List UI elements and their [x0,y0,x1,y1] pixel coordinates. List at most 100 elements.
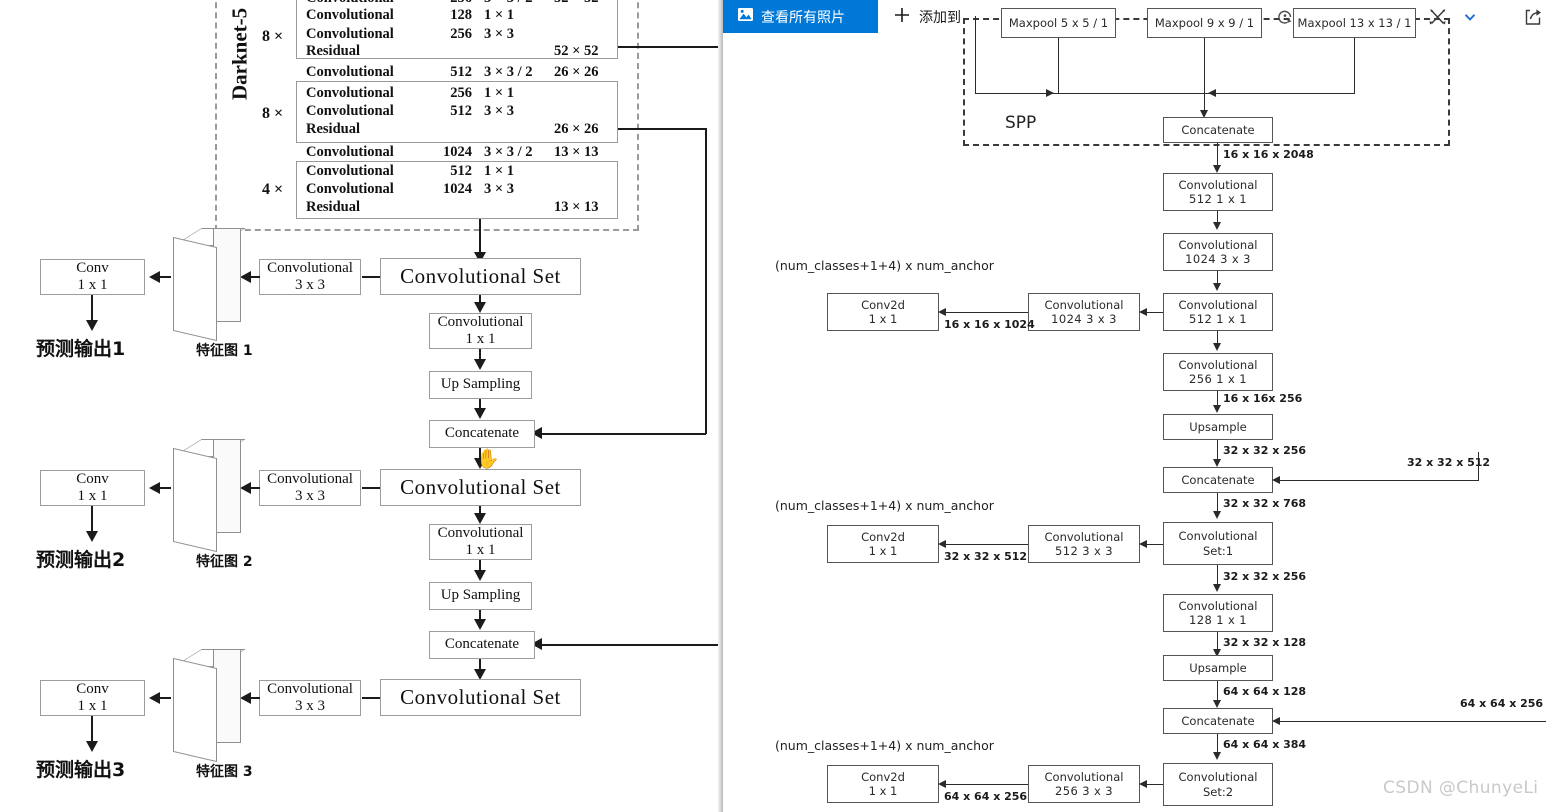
concatenate-2[interactable]: Concatenate [1163,708,1273,734]
upsample-1[interactable]: Upsample [1163,414,1273,440]
concatenate-1[interactable]: Concatenate [1163,467,1273,493]
row-size: 26 × 26 [554,121,599,137]
upsampling-1[interactable]: Up Sampling [429,371,532,399]
concatenate-1[interactable]: Concatenate [429,420,535,448]
conv-3x3-branch1[interactable]: Convolutional 3 x 3 [259,259,361,295]
row-kernel: 3 × 3 / 2 [484,64,533,80]
head3-conv-spec: 256 3 x 3 [1055,784,1113,798]
head1-anchor-label: (num_classes+1+4) x num_anchor [775,258,994,273]
arrow-out2 [86,531,98,542]
conv-256-a-name: Convolutional [1178,357,1258,372]
conv-512-b[interactable]: Convolutional 512 1 x 1 [1163,293,1273,331]
upsampling-2-label: Up Sampling [440,587,521,604]
row-name: Residual [306,199,360,215]
spp-concatenate[interactable]: Concatenate [1163,117,1273,143]
maxpool-5x5[interactable]: Maxpool 5 x 5 / 1 [1001,8,1116,38]
arrow-c1024a-c512b [1213,283,1221,291]
feature-map-1-slab [173,228,246,342]
conv-set-2[interactable]: Convolutional Set:2 [1163,763,1273,806]
slab-side [213,439,241,533]
arrow-up1-cat1 [1213,459,1221,467]
conv-3x3-branch3[interactable]: Convolutional 3 x 3 [259,680,361,716]
tensor-32-32-512-side: 32 x 32 x 512 [1407,456,1491,469]
row-name: Convolutional [306,85,394,101]
upsample-2[interactable]: Upsample [1163,655,1273,681]
conv-512-a-name: Convolutional [1178,177,1258,192]
line-cs1-conv33 [362,276,380,278]
spp-line-13x13 [1354,38,1356,93]
conv-set-1[interactable]: Convolutional Set:1 [1163,522,1273,565]
arrow-cat2-cs2 [1213,752,1221,760]
conv-128[interactable]: Convolutional 128 1 x 1 [1163,594,1273,632]
add-to-button[interactable]: 添加到 [893,0,961,33]
head3-conv2d-name: Conv2d [861,769,905,784]
skip-line-52-h2 [540,644,723,646]
conv-3x3-branch2[interactable]: Convolutional 3 x 3 [259,470,361,506]
row-name: Convolutional [306,163,394,179]
conv-1024-a[interactable]: Convolutional 1024 3 x 3 [1163,233,1273,271]
conv-1x1-stage1-kernel: 1 x 1 [465,331,496,347]
line-head1-conv2d [940,312,1028,314]
conv-1x1-stage1[interactable]: Convolutional 1 x 1 [429,313,532,349]
watermark: CSDN @ChunyeLi [1383,778,1539,798]
left-image-panel: Darknet-5 8 × 8 × 4 × Convolutional 256 … [0,0,723,812]
share-icon[interactable] [1520,4,1546,30]
conv-set-3-label: Convolutional Set [400,685,561,710]
conv-512-a-spec: 512 1 x 1 [1189,192,1247,206]
spp-merge-h [1204,93,1355,95]
row-size: 13 × 13 [554,199,599,215]
skip-line-26-v [705,128,707,434]
head3-conv[interactable]: Convolutional 256 3 x 3 [1028,765,1140,803]
conv-1x1-stage2[interactable]: Convolutional 1 x 1 [429,524,532,560]
chevron-down-icon[interactable] [1457,4,1483,30]
out-conv-2[interactable]: Conv 1 x 1 [40,470,145,506]
concatenate-1-label: Concatenate [444,425,520,442]
conv-set-2[interactable]: Convolutional Set [380,469,581,506]
row-size: 52 × 52 [554,0,599,8]
conv-256-a-spec: 256 1 x 1 [1189,372,1247,386]
conv-3x3-branch1-kernel: 3 x 3 [295,277,325,293]
head1-conv[interactable]: Convolutional 1024 3 x 3 [1028,293,1140,331]
row-filters: 512 [450,64,472,80]
arrow-head1-conv2d [938,308,946,316]
darknet-label: Darknet-5 [227,7,252,101]
head1-conv2d-name: Conv2d [861,297,905,312]
upsampling-2[interactable]: Up Sampling [429,582,532,610]
maxpool-9x9-label: Maxpool 9 x 9 / 1 [1154,15,1255,30]
skip-line-52 [618,46,723,48]
slab-face [173,447,217,553]
line-conv33-fmap2 [248,487,260,489]
head3-conv2d[interactable]: Conv2d 1 x 1 [827,765,939,803]
head2-conv2d[interactable]: Conv2d 1 x 1 [827,525,939,563]
conv-set-1-label: Convolutional Set [400,264,561,289]
maxpool-9x9[interactable]: Maxpool 9 x 9 / 1 [1147,8,1262,38]
repeat-4x: 4 × [262,181,284,198]
conv-512-b-name: Convolutional [1178,297,1258,312]
out-conv-3[interactable]: Conv 1 x 1 [40,680,145,716]
line-head3-conv2d [940,784,1028,786]
prediction-output-3: 预测输出3 [36,759,126,781]
prediction-output-2: 预测输出2 [36,549,126,571]
skip-line-64-256-h [1274,721,1546,723]
head2-conv[interactable]: Convolutional 512 3 x 3 [1028,525,1140,563]
row-filters: 128 [450,7,472,23]
conv-512-b-spec: 512 1 x 1 [1189,312,1247,326]
maxpool-13x13-label: Maxpool 13 x 13 / 1 [1297,15,1412,30]
view-all-photos-button[interactable]: 查看所有照片 [723,0,878,33]
conv-256-a[interactable]: Convolutional 256 1 x 1 [1163,353,1273,391]
conv-set-3[interactable]: Convolutional Set [380,679,581,716]
out-conv-1[interactable]: Conv 1 x 1 [40,259,145,295]
arrow-head2-conv2d [938,540,946,548]
concatenate-2[interactable]: Concatenate [429,631,535,659]
maxpool-13x13[interactable]: Maxpool 13 x 13 / 1 [1293,8,1416,38]
conv-set-1[interactable]: Convolutional Set [380,258,581,295]
tensor-32-32-512-head2: 32 x 32 x 512 [944,550,1028,563]
row-size: 13 × 13 [554,144,599,160]
row-kernel: 3 × 3 [484,103,515,119]
skip-line-32-512-h [1274,480,1479,482]
line-head2-conv2d [940,544,1028,546]
conv-512-a[interactable]: Convolutional 512 1 x 1 [1163,173,1273,211]
row-filters: 1024 [443,181,472,197]
feature-map-3-slab [173,649,246,763]
head1-conv2d[interactable]: Conv2d 1 x 1 [827,293,939,331]
